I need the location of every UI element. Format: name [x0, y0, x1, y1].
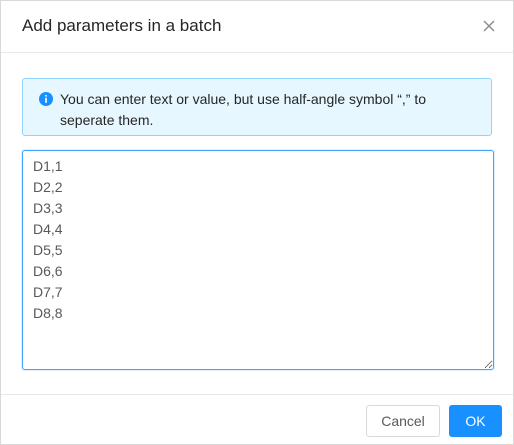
info-alert: You can enter text or value, but use hal…: [22, 78, 492, 136]
dialog-footer: Cancel OK: [1, 394, 513, 445]
close-icon: [483, 20, 495, 32]
info-circle-icon: [39, 92, 53, 106]
cancel-button[interactable]: Cancel: [366, 405, 440, 437]
dialog-header: Add parameters in a batch: [1, 1, 513, 53]
alert-message: You can enter text or value, but use hal…: [60, 91, 427, 128]
batch-parameters-dialog: Add parameters in a batch You can enter …: [0, 0, 514, 445]
ok-button[interactable]: OK: [449, 405, 502, 437]
parameters-textarea[interactable]: [22, 150, 494, 370]
close-button[interactable]: [479, 16, 499, 36]
dialog-title: Add parameters in a batch: [22, 16, 222, 35]
parameters-textarea-wrapper: [22, 150, 494, 370]
